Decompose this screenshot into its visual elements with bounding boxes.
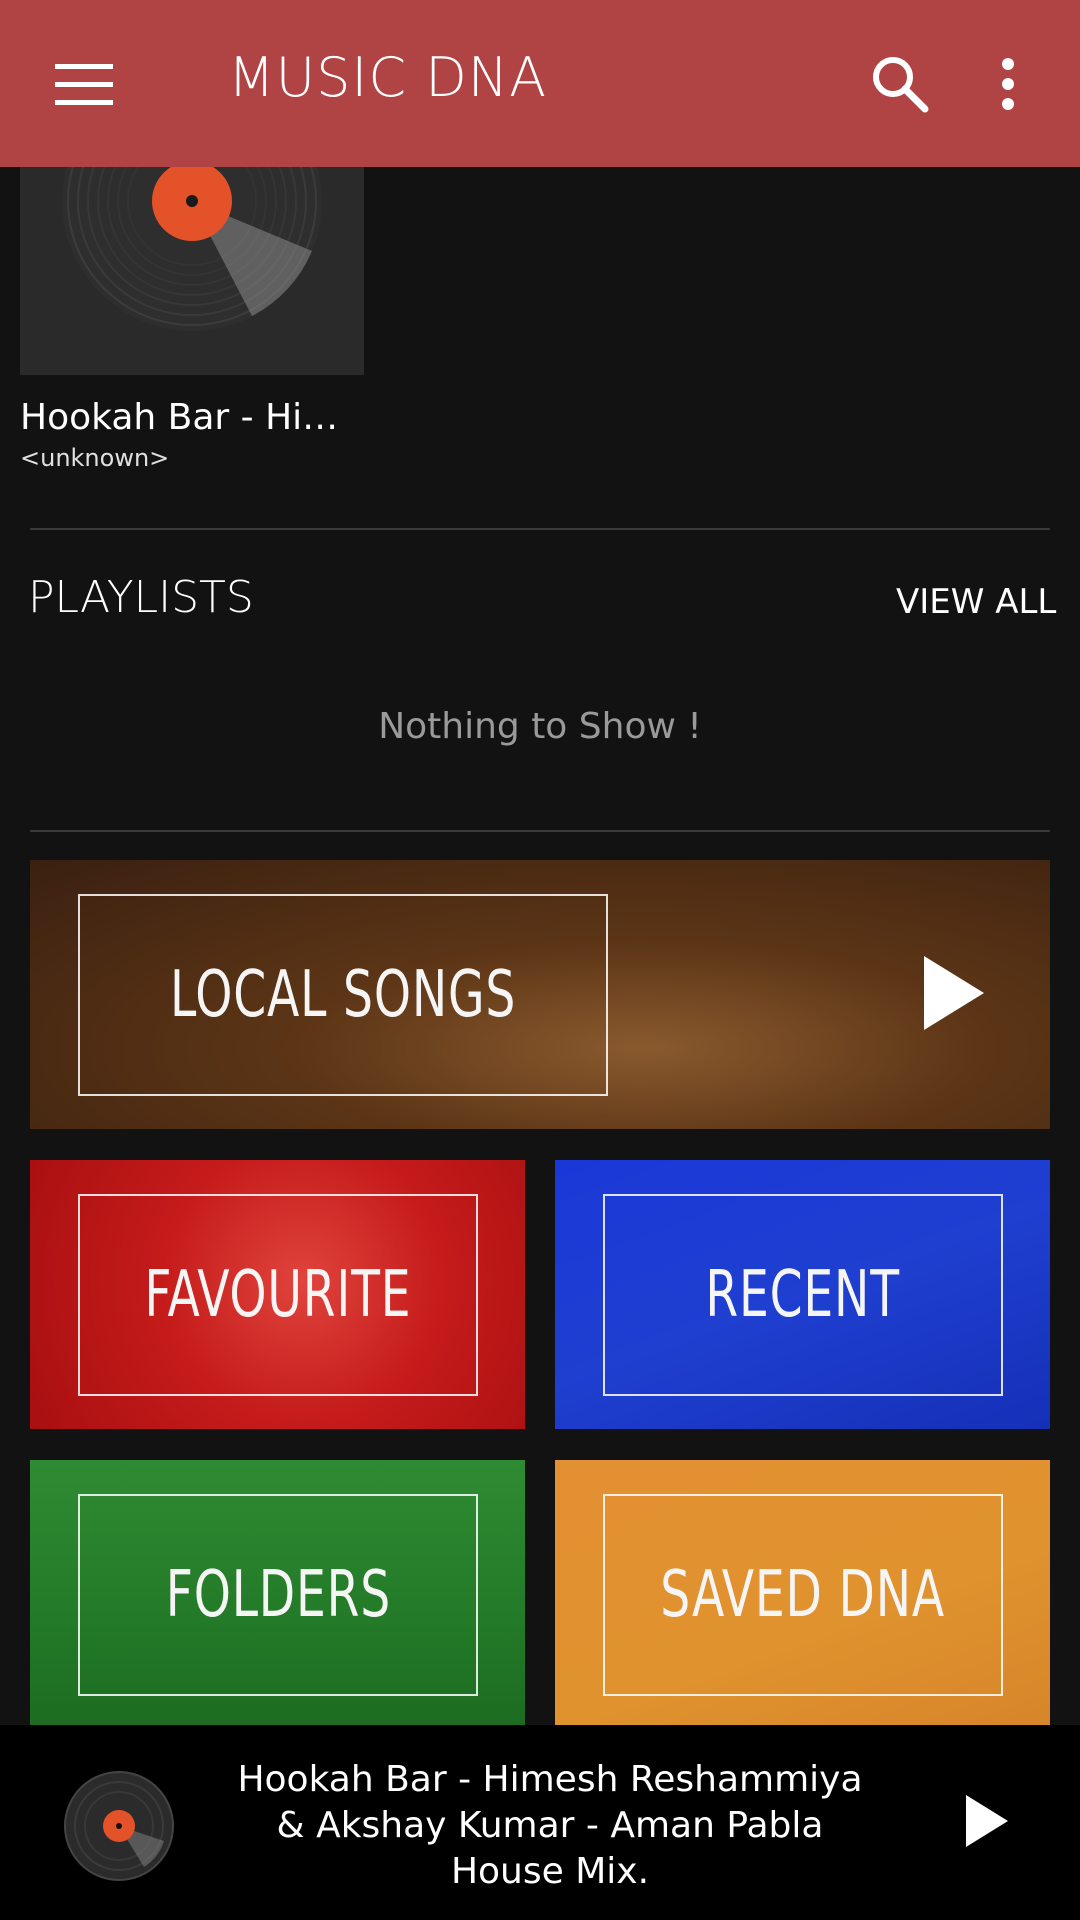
search-button[interactable] xyxy=(860,44,940,124)
app-bar: MUSIC DNA xyxy=(0,0,1080,167)
vinyl-record-icon xyxy=(62,167,322,331)
playlists-header: PLAYLISTS xyxy=(28,572,254,623)
recent-song-card[interactable]: Hookah Bar - Him… <unknown> xyxy=(20,167,364,472)
vinyl-record-icon xyxy=(64,1771,174,1881)
app-title: MUSIC DNA xyxy=(228,46,548,109)
saved-dna-tile[interactable]: SAVED DNA xyxy=(555,1460,1050,1725)
tile-frame: LOCAL SONGS xyxy=(78,894,608,1096)
screen: MUSIC DNA Hookah Bar - Him… <unknown> PL… xyxy=(0,0,1080,1920)
more-vert-icon xyxy=(1002,58,1014,110)
tile-frame: RECENT xyxy=(603,1194,1003,1396)
tile-label: RECENT xyxy=(705,1258,901,1332)
tile-frame: SAVED DNA xyxy=(603,1494,1003,1696)
song-artist: <unknown> xyxy=(20,444,170,472)
tile-label: FOLDERS xyxy=(165,1558,391,1632)
tile-label: SAVED DNA xyxy=(660,1558,946,1632)
song-artwork xyxy=(20,167,364,375)
empty-playlists-message: Nothing to Show ! xyxy=(378,706,702,747)
tile-label: LOCAL SONGS xyxy=(169,958,517,1032)
recent-tile[interactable]: RECENT xyxy=(555,1160,1050,1429)
local-songs-tile[interactable]: LOCAL SONGS xyxy=(30,860,1050,1129)
divider xyxy=(30,830,1050,832)
folders-tile[interactable]: FOLDERS xyxy=(30,1460,525,1725)
tile-frame: FAVOURITE xyxy=(78,1194,478,1396)
play-icon[interactable] xyxy=(966,1795,1008,1847)
tile-label: FAVOURITE xyxy=(144,1258,412,1332)
hamburger-menu-icon xyxy=(55,64,113,105)
more-options-button[interactable] xyxy=(968,44,1048,124)
view-all-button[interactable]: VIEW ALL xyxy=(896,582,1056,622)
search-icon xyxy=(873,57,929,113)
menu-button[interactable] xyxy=(44,44,124,124)
song-title: Hookah Bar - Him… xyxy=(20,397,364,438)
divider xyxy=(30,528,1050,530)
tile-frame: FOLDERS xyxy=(78,1494,478,1696)
play-icon[interactable] xyxy=(924,956,984,1030)
favourite-tile[interactable]: FAVOURITE xyxy=(30,1160,525,1429)
now-playing-bar[interactable]: Hookah Bar - Himesh Reshammiya & Akshay … xyxy=(0,1725,1080,1920)
now-playing-title: Hookah Bar - Himesh Reshammiya & Akshay … xyxy=(237,1759,863,1892)
